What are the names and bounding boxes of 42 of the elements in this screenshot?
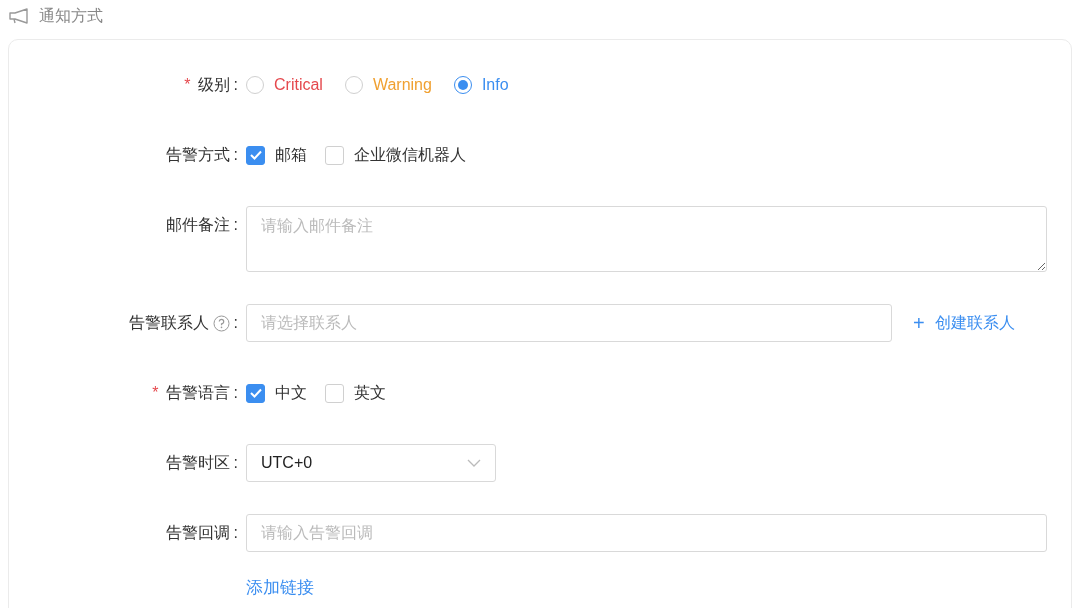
- checkbox-option[interactable]: 企业微信机器人: [325, 144, 466, 166]
- radio-label: Warning: [372, 76, 432, 94]
- help-icon[interactable]: [212, 314, 230, 332]
- check-icon: [249, 150, 262, 160]
- checkbox-label: 英文: [354, 382, 386, 403]
- checkbox[interactable]: [325, 383, 344, 403]
- radio-option[interactable]: Critical: [246, 76, 323, 94]
- section-title: 通知方式: [39, 5, 103, 26]
- callback-input[interactable]: 请输入告警回调: [246, 514, 1047, 552]
- radio-label: Info: [481, 76, 509, 94]
- radio-label: Critical: [274, 76, 323, 94]
- remark-textarea[interactable]: 请输入邮件备注: [246, 206, 1047, 272]
- check-icon: [249, 388, 262, 398]
- checkbox-option[interactable]: 英文: [325, 382, 386, 404]
- label-colon: :: [233, 384, 238, 402]
- checkbox-label: 邮箱: [275, 144, 307, 165]
- field-label: 级别: [197, 74, 230, 95]
- checkbox-label: 企业微信机器人: [354, 144, 466, 165]
- field-label: 告警联系人: [128, 312, 209, 333]
- label-colon: :: [233, 146, 238, 164]
- required-mark: *: [184, 76, 191, 94]
- field-label: 告警语言: [165, 382, 230, 403]
- timezone-select[interactable]: UTC+0: [246, 444, 496, 482]
- label-colon: :: [233, 216, 238, 234]
- required-mark: *: [152, 384, 159, 402]
- checkbox-label: 中文: [275, 382, 307, 403]
- chevron-down-icon: [467, 459, 481, 467]
- label-colon: :: [233, 524, 238, 542]
- field-label: 告警方式: [165, 144, 230, 165]
- contact-input[interactable]: 请选择联系人: [246, 304, 892, 342]
- checkbox-option[interactable]: 中文: [246, 382, 307, 404]
- field-label: 邮件备注: [165, 214, 230, 235]
- checkbox-option[interactable]: 邮箱: [246, 144, 307, 166]
- megaphone-icon: [9, 8, 29, 24]
- label-colon: :: [233, 454, 238, 472]
- field-label: 告警回调: [165, 522, 230, 543]
- checkbox[interactable]: [246, 145, 265, 165]
- label-colon: :: [233, 314, 238, 332]
- checkbox[interactable]: [325, 145, 344, 165]
- label-colon: :: [233, 76, 238, 94]
- checkbox[interactable]: [246, 383, 265, 403]
- field-label: 告警时区: [165, 452, 230, 473]
